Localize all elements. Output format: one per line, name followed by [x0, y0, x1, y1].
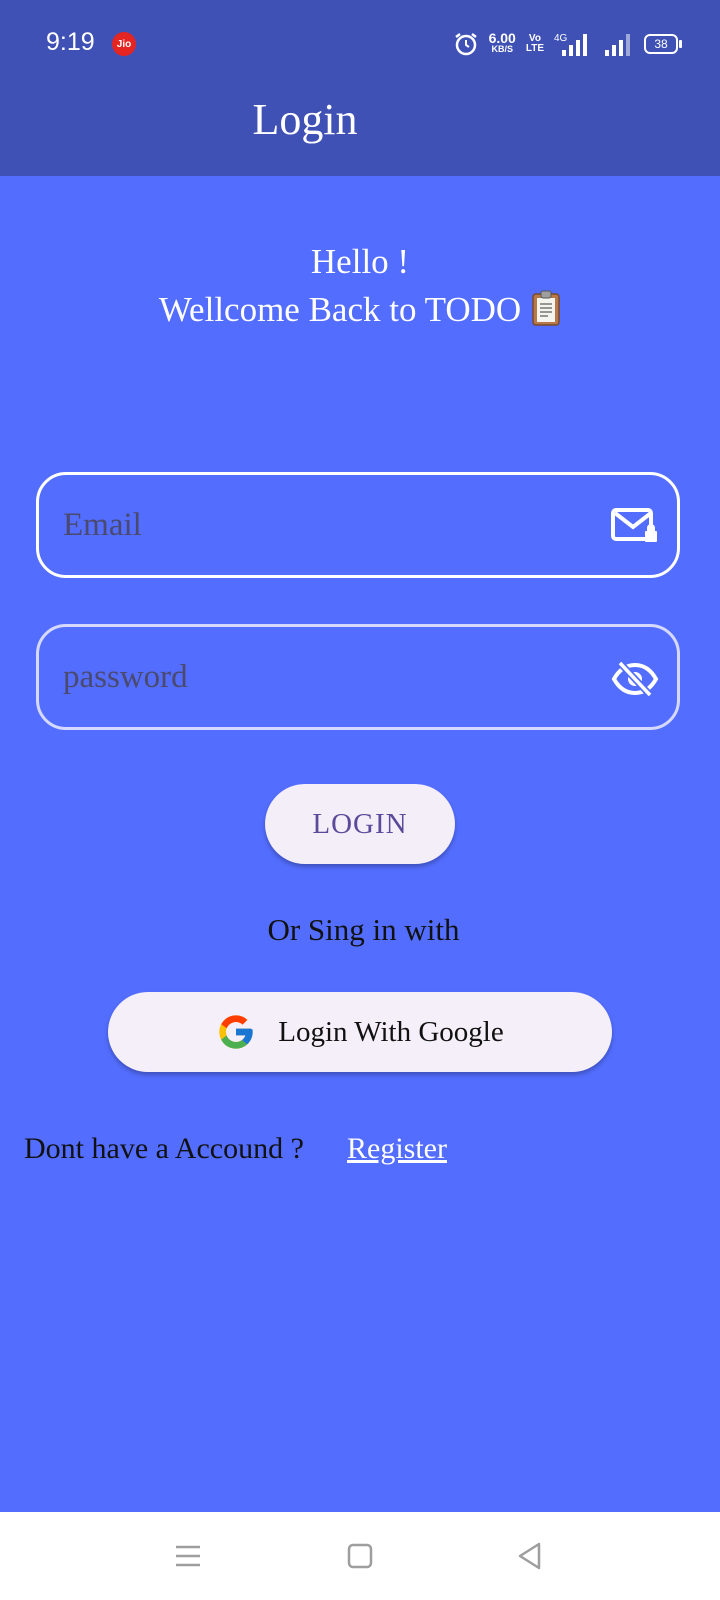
mail-lock-icon	[611, 508, 657, 542]
home-icon[interactable]	[342, 1538, 378, 1574]
greeting-line1: Hello !	[310, 242, 410, 281]
page-title: Login	[252, 95, 358, 144]
back-icon[interactable]	[512, 1538, 548, 1574]
email-field-container	[36, 472, 680, 578]
google-login-button[interactable]: Login With Google	[108, 992, 612, 1072]
password-input[interactable]	[61, 627, 585, 727]
register-prompt: Dont have a Accound ?	[24, 1132, 304, 1165]
or-sign-in-text: Or Sing in with	[267, 912, 460, 947]
greeting-line2: Wellcome Back to TODO	[158, 290, 522, 329]
signal-icon	[605, 34, 630, 56]
app-bar: Login	[0, 88, 720, 176]
volte-indicator: Vo LTE	[525, 33, 544, 54]
signal-4g-icon: 4G	[554, 33, 587, 56]
net-speed: 6.00 KB/S	[488, 30, 516, 54]
alarm-icon	[454, 33, 477, 56]
status-time: 9:19	[46, 28, 95, 56]
google-logo-icon	[219, 1015, 253, 1049]
email-input[interactable]	[61, 475, 585, 575]
battery-icon: 38	[644, 34, 682, 54]
status-bar: 9:19 Jio 6.00 KB/S Vo LTE 4G 38	[0, 0, 720, 88]
password-field-container	[36, 624, 680, 730]
greeting: Hello ! Wellcome Back to TODO	[0, 238, 720, 334]
jio-badge-icon: Jio	[112, 32, 136, 56]
login-button[interactable]: LOGIN	[265, 784, 455, 864]
google-login-label: Login With Google	[278, 1015, 504, 1048]
system-nav-bar	[0, 1512, 720, 1600]
eye-off-icon[interactable]	[611, 659, 659, 699]
greeting-line2-wrap: Wellcome Back to TODO	[0, 286, 720, 334]
menu-icon[interactable]	[170, 1538, 206, 1574]
register-link[interactable]: Register	[347, 1132, 447, 1166]
clipboard-icon	[532, 290, 560, 326]
network-type-label: 4G	[554, 33, 568, 44]
status-icons: 6.00 KB/S Vo LTE 4G 38	[453, 26, 682, 62]
